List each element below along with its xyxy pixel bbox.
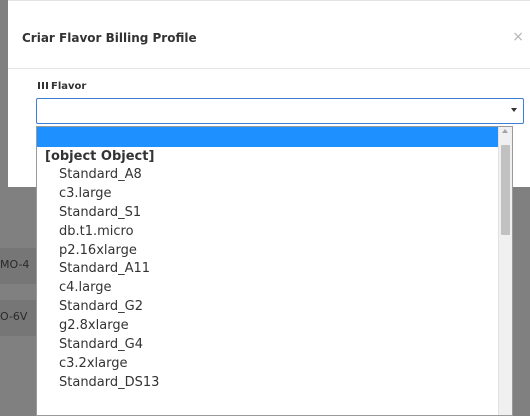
dropdown-option[interactable]: p2.16xlarge bbox=[37, 242, 512, 261]
backdrop-row-2-text: O-6V bbox=[0, 310, 28, 323]
dropdown-option[interactable]: Standard_A11 bbox=[37, 260, 512, 279]
dropdown-option[interactable]: Standard_G2 bbox=[37, 298, 512, 317]
scroll-thumb[interactable] bbox=[501, 145, 510, 235]
flavor-label-text: Flavor bbox=[51, 81, 87, 92]
grid-icon bbox=[38, 82, 48, 89]
dropdown-option[interactable]: Standard_DS13 bbox=[37, 374, 512, 393]
chevron-down-icon[interactable] bbox=[511, 108, 517, 112]
dropdown-option[interactable]: Standard_A8 bbox=[37, 166, 512, 185]
highlighted-option[interactable] bbox=[37, 127, 512, 147]
dropdown-option[interactable]: g2.8xlarge bbox=[37, 317, 512, 336]
dropdown-scrollbar[interactable] bbox=[498, 127, 512, 415]
flavor-dropdown-list[interactable]: [object Object] Standard_A8 c3.large Sta… bbox=[36, 126, 513, 416]
dropdown-option[interactable]: Standard_G4 bbox=[37, 336, 512, 355]
scroll-up-icon[interactable] bbox=[502, 129, 508, 133]
backdrop-row-1-text: MO-4 bbox=[0, 258, 30, 271]
modal-title: Criar Flavor Billing Profile bbox=[22, 31, 197, 45]
option-group-label: [object Object] bbox=[45, 149, 155, 164]
backdrop-row-2: O-6V bbox=[0, 300, 36, 336]
backdrop-row-1: MO-4 bbox=[0, 248, 36, 284]
dropdown-option[interactable]: Standard_S1 bbox=[37, 204, 512, 223]
dropdown-option[interactable]: c4.large bbox=[37, 279, 512, 298]
dropdown-option[interactable]: c3.2xlarge bbox=[37, 355, 512, 374]
close-icon[interactable]: × bbox=[512, 29, 524, 45]
dropdown-option[interactable]: c3.large bbox=[37, 185, 512, 204]
modal-header: Criar Flavor Billing Profile × bbox=[8, 1, 530, 69]
flavor-select[interactable] bbox=[36, 98, 524, 124]
dropdown-option[interactable]: db.t1.micro bbox=[37, 223, 512, 242]
flavor-label: Flavor bbox=[38, 81, 86, 92]
